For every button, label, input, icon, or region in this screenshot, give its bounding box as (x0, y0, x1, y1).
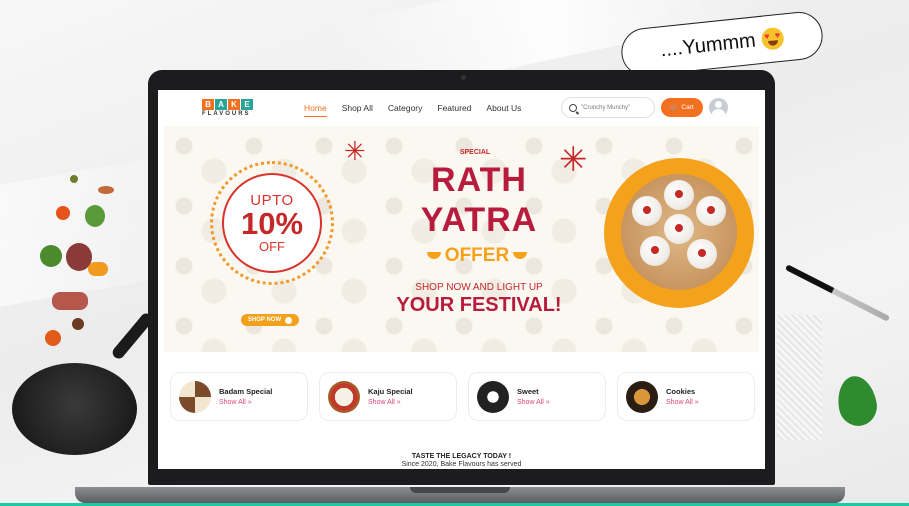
banner-festival: YOUR FESTIVAL! (396, 294, 562, 316)
show-all-link[interactable]: Show All » (517, 399, 550, 406)
napkin (777, 315, 822, 440)
cookies-thumbnail (626, 380, 658, 413)
card-title: Cookies (666, 387, 696, 396)
nav-featured[interactable]: Featured (437, 103, 471, 117)
laptop-screen: B A K E FLAVOURS Home Shop All Category … (158, 90, 765, 469)
cart-label: Cart (681, 104, 694, 111)
logo-letter: B (202, 99, 214, 110)
shop-now-button[interactable]: SHOP NOW (241, 314, 299, 326)
banner-subtitle: SHOP NOW AND LIGHT UP (415, 282, 543, 293)
search-icon (569, 103, 577, 112)
sweet-image (640, 236, 670, 266)
discount-off: OFF (259, 239, 285, 254)
banner-title-line1: RATH (431, 161, 527, 199)
legacy-tagline: TASTE THE LEGACY TODAY ! (411, 453, 512, 460)
kaju-thumbnail (328, 380, 360, 413)
search-input[interactable]: "Crunchy Munchy" (561, 97, 655, 118)
category-card-badam[interactable]: Badam Special Show All » (170, 372, 308, 421)
discount-medallion: UPTO 10% OFF (210, 161, 334, 285)
site-header: B A K E FLAVOURS Home Shop All Category … (158, 90, 765, 126)
cart-button[interactable]: 🛒 Cart (661, 98, 703, 117)
category-card-sweet[interactable]: Sweet Show All » (468, 372, 606, 421)
special-label: SPECIAL (459, 149, 491, 156)
arrow-circle-icon (285, 316, 293, 324)
badam-thumbnail (179, 380, 211, 413)
category-card-kaju[interactable]: Kaju Special Show All » (319, 372, 457, 421)
sparkle-icon: ✳ (344, 136, 366, 166)
card-title: Sweet (517, 387, 539, 396)
logo-subtitle: FLAVOURS (202, 111, 251, 117)
category-cards: Badam Special Show All » Kaju Special Sh… (170, 372, 755, 421)
nav-category[interactable]: Category (388, 103, 423, 117)
banner-title-line2: YATRA (420, 201, 538, 239)
fork (784, 264, 891, 322)
frying-pan (12, 363, 137, 455)
bake-flavours-logo[interactable]: B A K E FLAVOURS (202, 99, 253, 117)
legacy-text: Since 2020, Bake Flavours has served (401, 461, 522, 468)
card-title: Kaju Special (368, 387, 413, 396)
laptop-camera (461, 75, 466, 80)
search-placeholder: "Crunchy Munchy" (581, 104, 631, 111)
hero-banner: ✳ ✳ UPTO 10% OFF SHOP NOW SPECIAL RATH Y… (164, 126, 759, 352)
offer-label: OFFER (422, 245, 532, 267)
show-all-link[interactable]: Show All » (666, 399, 699, 406)
category-card-cookies[interactable]: Cookies Show All » (617, 372, 755, 421)
main-nav: Home Shop All Category Featured About Us (304, 103, 521, 117)
sweet-thumbnail (477, 380, 509, 413)
bubble-text: ....Yummm (659, 29, 757, 61)
logo-letter: E (241, 99, 253, 110)
card-title: Badam Special (219, 387, 273, 396)
sweet-image (664, 180, 694, 210)
logo-letter: A (215, 99, 227, 110)
nav-home[interactable]: Home (304, 103, 327, 117)
show-all-link[interactable]: Show All » (219, 399, 272, 406)
logo-letter: K (228, 99, 240, 110)
basil-leaf (833, 373, 881, 429)
nav-shop-all[interactable]: Shop All (342, 103, 373, 117)
show-all-link[interactable]: Show All » (368, 399, 413, 406)
avatar[interactable] (709, 98, 728, 117)
cart-icon: 🛒 (670, 104, 679, 112)
sweet-image (632, 196, 662, 226)
nav-about-us[interactable]: About Us (486, 103, 521, 117)
heart-eyes-emoji-icon (760, 26, 785, 51)
sweet-image (664, 214, 694, 244)
shop-now-label: SHOP NOW (247, 317, 282, 323)
sweet-image (687, 239, 717, 269)
discount-percent: 10% (240, 206, 304, 241)
laptop-notch (410, 487, 510, 493)
sweet-image (696, 196, 726, 226)
